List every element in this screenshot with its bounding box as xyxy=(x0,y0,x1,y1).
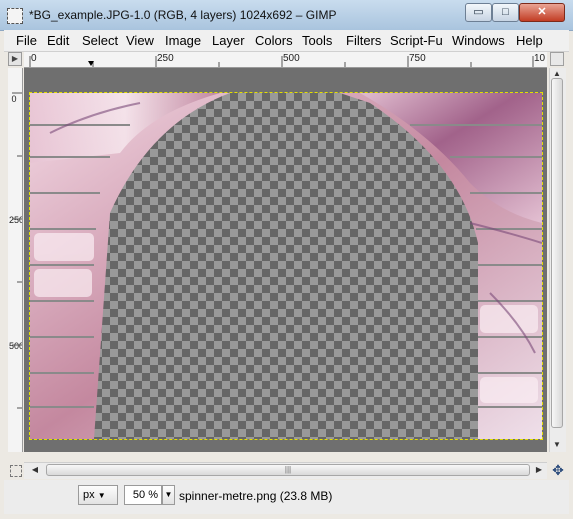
menu-arrow-icon: ▶ xyxy=(11,54,19,63)
menu-colors[interactable]: Colors xyxy=(255,33,293,48)
maximize-icon: □ xyxy=(502,6,509,18)
horizontal-ruler[interactable]: 0 250 500 750 10 xyxy=(24,52,547,68)
zoom-input[interactable]: 50 % xyxy=(124,485,162,505)
chevron-down-icon: ▼ xyxy=(97,491,106,500)
maximize-button[interactable]: □ xyxy=(492,3,519,22)
scroll-left-icon[interactable]: ◀ xyxy=(30,465,40,475)
chevron-down-icon: ▼ xyxy=(164,490,173,499)
quick-mask-toggle[interactable] xyxy=(10,465,22,477)
menu-tools[interactable]: Tools xyxy=(302,33,332,48)
menu-layer[interactable]: Layer xyxy=(212,33,245,48)
menu-script-fu[interactable]: Script-Fu xyxy=(390,33,443,48)
unit-value: px xyxy=(83,489,95,501)
ruler-end-button[interactable] xyxy=(550,52,564,66)
image-artwork xyxy=(30,93,542,439)
status-message: spinner-metre.png (23.8 MB) xyxy=(179,489,333,503)
menu-help[interactable]: Help xyxy=(516,33,543,48)
minimize-button[interactable]: ▭ xyxy=(465,3,492,22)
scroll-down-icon[interactable]: ▼ xyxy=(551,440,563,450)
horizontal-scroll-thumb[interactable]: ||| xyxy=(46,464,530,476)
v-ruler-ticks xyxy=(12,92,22,409)
menu-filters[interactable]: Filters xyxy=(346,33,381,48)
navigate-glyph: ✥ xyxy=(552,462,564,478)
close-button[interactable]: ✕ xyxy=(519,3,565,22)
menu-view[interactable]: View xyxy=(126,33,154,48)
menu-image[interactable]: Image xyxy=(165,33,201,48)
image-canvas[interactable] xyxy=(29,92,543,440)
gimp-app-icon[interactable] xyxy=(7,8,23,24)
title-bar: *BG_example.JPG-1.0 (RGB, 4 layers) 1024… xyxy=(0,0,573,31)
vertical-ruler[interactable]: 0 250 500 xyxy=(8,68,23,452)
scroll-right-icon[interactable]: ▶ xyxy=(534,465,544,475)
menu-file[interactable]: File xyxy=(16,33,37,48)
menu-windows[interactable]: Windows xyxy=(452,33,505,48)
ruler-corner-menu-button[interactable]: ▶ xyxy=(8,52,22,66)
h-ruler-ticks xyxy=(29,56,534,67)
close-icon: ✕ xyxy=(537,6,547,18)
menu-bar: File Edit Select View Image Layer Colors… xyxy=(4,30,569,52)
minimize-icon: ▭ xyxy=(473,6,484,18)
canvas-viewport[interactable] xyxy=(24,68,547,452)
menu-edit[interactable]: Edit xyxy=(47,33,69,48)
window-title: *BG_example.JPG-1.0 (RGB, 4 layers) 1024… xyxy=(29,8,337,22)
scroll-grip-icon: ||| xyxy=(284,465,292,474)
zoom-dropdown-button[interactable]: ▼ xyxy=(162,485,175,505)
navigate-icon[interactable]: ✥ xyxy=(550,462,566,478)
unit-select[interactable]: px ▼ xyxy=(78,485,118,505)
menu-select[interactable]: Select xyxy=(82,33,118,48)
vertical-scroll-thumb[interactable] xyxy=(551,78,563,428)
